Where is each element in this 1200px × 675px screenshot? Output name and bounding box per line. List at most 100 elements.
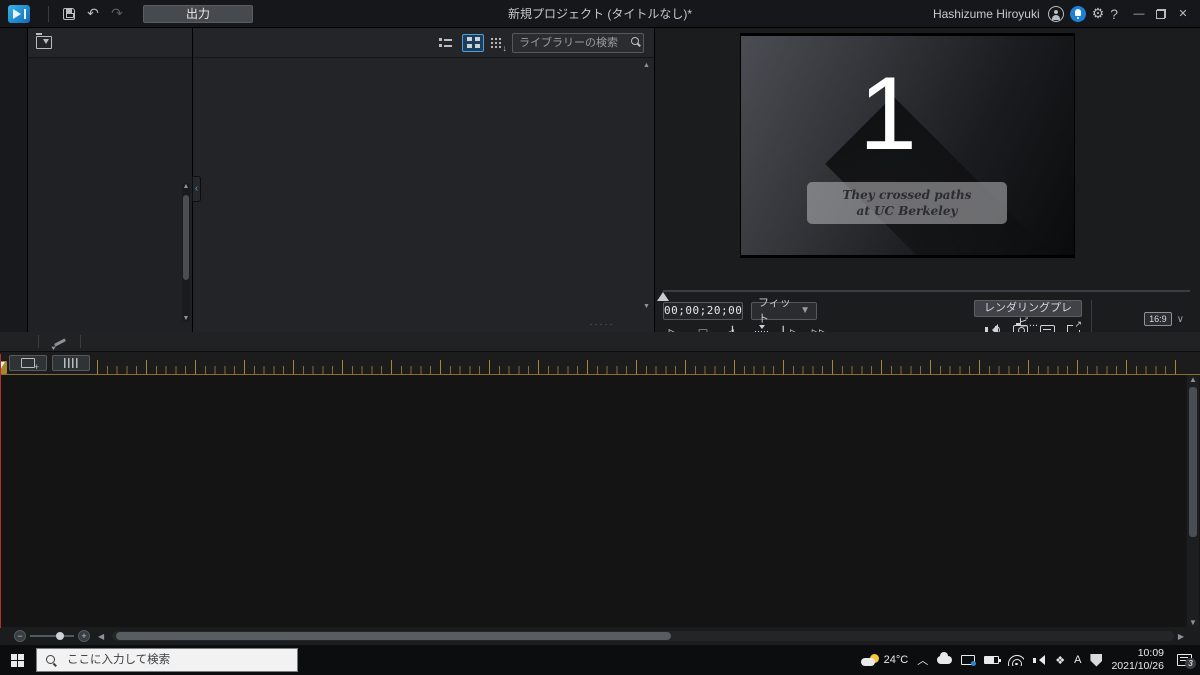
clock[interactable]: 10:09 2021/10/26 [1111,647,1164,673]
output-button[interactable]: 出力 [143,5,253,23]
timeline-vertical-scrollbar[interactable]: ▲ ▼ [1187,375,1199,627]
show-hidden-icons-chevron[interactable]: ︿ [917,652,928,668]
library-scrollbar[interactable]: ▲ ▼ [642,62,651,310]
preview-panel: 1 They crossed paths at UC Berkeley 00;0… [655,28,1200,332]
timeline-ruler-row [0,352,1200,375]
defender-shield-icon[interactable] [1090,654,1102,667]
toolbar-divider [38,335,39,348]
render-preview-button[interactable]: レンダリングプレビ... [974,300,1082,317]
wifi-glyph [1008,655,1024,666]
scroll-down-icon[interactable]: ▼ [182,315,190,322]
preview-video: 1 They crossed paths at UC Berkeley [740,33,1075,258]
zoom-slider[interactable] [30,635,74,637]
grid-view-icon [467,37,480,48]
category-scrollbar[interactable]: ▲ ▼ [182,183,190,322]
aspect-ratio-badge: 16:9 [1144,312,1172,326]
scroll-down-icon[interactable]: ▼ [1187,618,1199,627]
settings-gear-icon[interactable]: ⚙ [1092,5,1105,22]
toolbar-divider [48,6,49,22]
action-center-icon[interactable]: 3 [1177,654,1192,666]
scroll-down-icon[interactable]: ▼ [642,303,651,310]
timeline-toolbar [0,332,1200,352]
ime-indicator[interactable]: A [1074,654,1081,666]
scroll-up-icon[interactable]: ▲ [642,62,651,69]
account-icon[interactable] [1048,6,1064,22]
notification-badge: 3 [1185,658,1196,669]
restore-button[interactable] [1152,6,1170,22]
scrollbar-thumb[interactable] [1189,387,1197,537]
seek-thumb[interactable] [657,286,669,301]
scroll-up-icon[interactable]: ▲ [1187,375,1199,384]
zoom-mode-value: フィット [758,295,800,327]
windows-taskbar: 24°C ︿ ❖ A 10:09 2021/10/26 3 [0,645,1200,675]
weather-icon [861,654,879,666]
track-manager-button[interactable] [9,355,47,371]
zoom-in-button[interactable]: + [78,630,90,642]
display-icon [961,655,975,665]
collapse-panel-arrow[interactable]: ‹ [192,176,201,202]
zoom-mode-dropdown[interactable]: フィット ▼ [751,302,817,320]
onedrive-cloud-icon[interactable] [937,656,952,664]
start-button[interactable] [0,645,34,675]
timeline-ruler[interactable] [97,352,1185,374]
save-button[interactable] [57,4,81,24]
library-search-input[interactable] [512,33,644,53]
powerdirector-logo-icon [8,5,30,23]
seek-track[interactable] [663,290,1190,292]
temperature-label: 24°C [884,654,909,666]
zoom-out-button[interactable]: − [14,630,26,642]
library-panel: ▲ ▼ ····· [193,28,655,332]
search-icon [46,655,55,664]
playhead-marker[interactable] [0,361,7,374]
weather-widget[interactable]: 24°C [861,654,909,666]
display-connect-icon[interactable] [961,655,975,665]
taskbar-search [36,648,298,672]
sort-icon[interactable] [490,37,502,49]
timeline-bottom-bar: − + ◀ ▶ [0,627,1200,645]
close-button[interactable]: ✕ [1174,6,1192,22]
restore-icon [1156,9,1166,19]
notification-bell-icon[interactable] [1070,6,1086,22]
redo-button[interactable]: ↷ [105,4,129,24]
scrollbar-thumb[interactable] [183,195,189,280]
script-pen-icon[interactable] [52,336,66,348]
chevron-down-icon: ∨ [1177,314,1184,325]
battery-icon[interactable] [984,656,999,664]
taskbar-search-input[interactable] [37,649,297,671]
seek-bar[interactable] [663,286,1190,296]
grid-view-button[interactable] [462,34,484,52]
speaker-icon[interactable] [1033,655,1046,666]
marker-icon [64,358,78,368]
timecode-display[interactable]: 00;00;20;00 [663,302,743,320]
category-toolbar [28,28,192,58]
aspect-ratio-control[interactable]: 16:9 ∨ [1144,312,1184,326]
caption-line2: at UC Berkeley [815,203,999,219]
toolbar-divider [80,335,81,348]
wifi-icon[interactable] [1008,655,1024,666]
list-view-button[interactable] [434,34,456,52]
windows-logo-icon [11,654,24,667]
caption-line1: They crossed paths [815,187,999,203]
scroll-up-icon[interactable]: ▲ [182,183,190,190]
timeline-panel: ▲ ▼ − + ◀ ▶ [0,332,1200,645]
library-header [193,28,654,58]
marker-button[interactable] [52,355,90,371]
zoom-slider-thumb[interactable] [56,632,64,640]
battery-glyph [984,656,999,664]
dropbox-icon[interactable]: ❖ [1055,654,1065,667]
timeline-horizontal-scrollbar[interactable] [112,631,1174,641]
time-label: 10:09 [1111,647,1164,660]
list-view-icon [439,37,452,48]
scroll-left-icon[interactable]: ◀ [98,632,104,641]
scrollbar-thumb[interactable] [116,632,671,640]
help-icon[interactable]: ? [1110,6,1118,22]
chevron-down-icon: ▼ [800,303,810,319]
panel-resize-handle[interactable]: ····· [589,319,614,329]
powerdirector-window: ↶ ↷ 出力 新規プロジェクト (タイトルなし)* Hashizume Hiro… [0,0,1200,675]
scroll-right-icon[interactable]: ▶ [1178,632,1184,641]
playhead-line[interactable] [0,354,1,628]
import-project-icon[interactable] [36,36,52,49]
minimize-button[interactable]: — [1130,6,1148,22]
undo-button[interactable]: ↶ [81,4,105,24]
search-icon [631,37,639,45]
